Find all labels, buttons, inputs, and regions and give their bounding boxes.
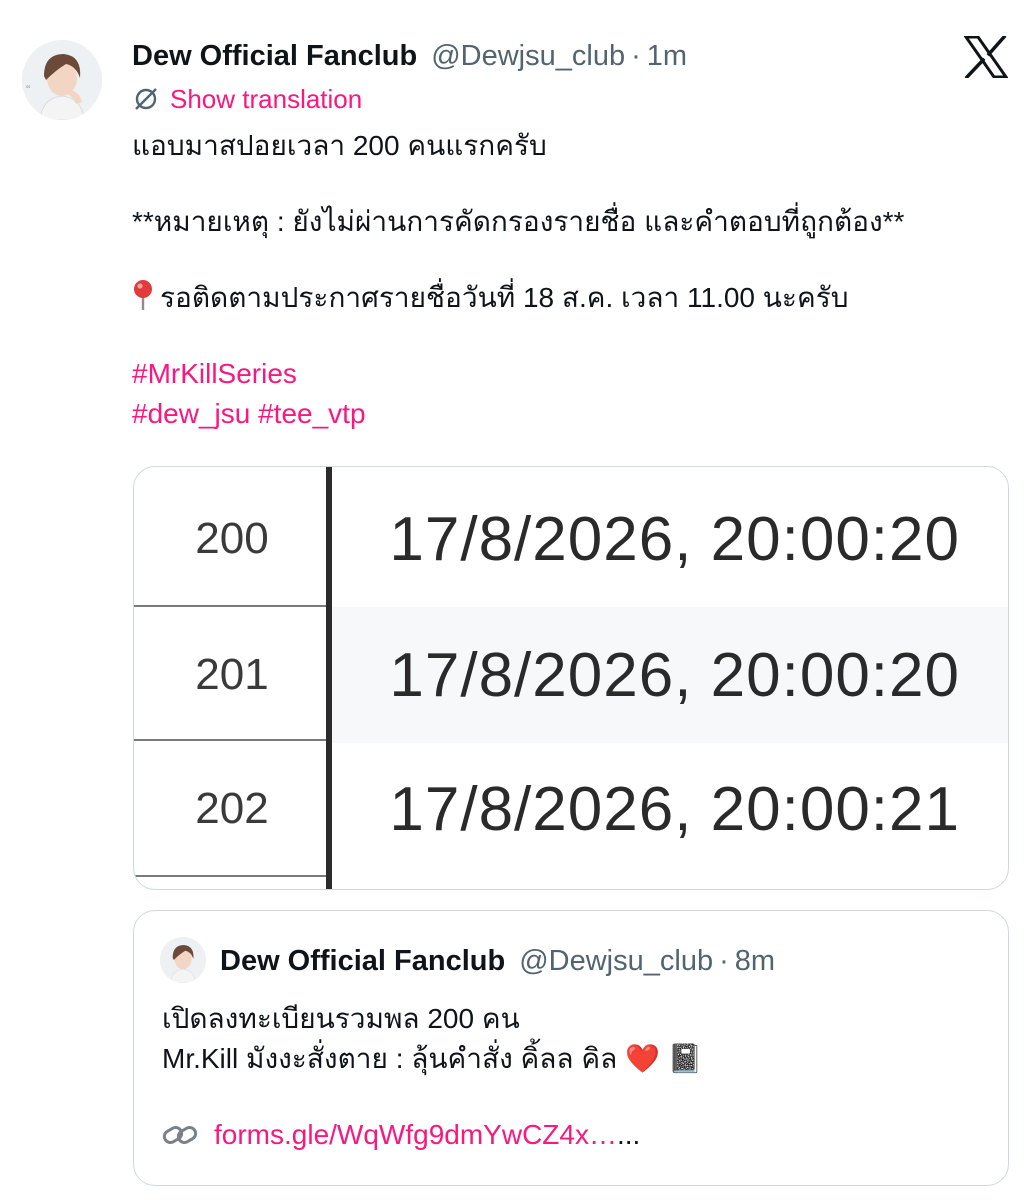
- sheet-row-timestamp: 17/8/2026, 20:00:20: [389, 640, 960, 710]
- quoted-author-avatar[interactable]: [160, 937, 206, 983]
- tweet-image[interactable]: 200 17/8/2026, 20:00:20 201 17/8/2026, 2…: [133, 466, 1009, 890]
- avatar-illustration: ss: [22, 40, 102, 120]
- separator-dot: ·: [631, 39, 641, 72]
- link-ellipsis: ...: [616, 1119, 641, 1150]
- hashtag-mrkillseries[interactable]: #MrKillSeries: [132, 358, 297, 389]
- sheet-row: 202 17/8/2026, 20:00:21: [134, 741, 1008, 877]
- quoted-author-name[interactable]: Dew Official Fanclub: [220, 945, 505, 978]
- link-icon: [162, 1126, 198, 1144]
- pushpin-icon: [134, 280, 152, 310]
- tweet-line-note: **หมายเหตุ : ยังไม่ผ่านการคัดกรองรายชื่อ…: [132, 206, 905, 237]
- svg-text:ss: ss: [26, 84, 30, 89]
- quoted-tweet[interactable]: Dew Official Fanclub @Dewjsu_club · 8m เ…: [133, 910, 1009, 1186]
- quoted-author-handle[interactable]: @Dewjsu_club: [519, 945, 713, 978]
- tweet-line-announcement: รอติดตามประกาศรายชื่อวันที่ 18 ส.ค. เวลา…: [132, 278, 1012, 318]
- sheet-row-index: 200: [195, 514, 269, 563]
- show-translation-label: Show translation: [170, 83, 363, 114]
- quoted-line-1: เปิดลงทะเบียนรวมพล 200 คน: [162, 1003, 520, 1034]
- hashtag-tee-vtp[interactable]: #tee_vtp: [258, 398, 365, 429]
- quoted-tweet-body: เปิดลงทะเบียนรวมพล 200 คน Mr.Kill มังงะส…: [162, 999, 703, 1155]
- quoted-link-line: forms.gle/WqWfg9dmYwCZ4x…...: [162, 1115, 703, 1155]
- sheet-divider: [134, 875, 330, 877]
- hashtag-dew-jsu[interactable]: #dew_jsu: [132, 398, 250, 429]
- announcement-text: รอติดตามประกาศรายชื่อวันที่ 18 ส.ค. เวลา…: [160, 282, 849, 313]
- author-name[interactable]: Dew Official Fanclub: [132, 40, 417, 73]
- author-handle[interactable]: @Dewjsu_club: [431, 40, 625, 73]
- tweet-timestamp[interactable]: 1m: [647, 40, 687, 73]
- sheet-row-index: 202: [195, 784, 269, 833]
- quoted-line-2: Mr.Kill มังงะสั่งตาย : ลุ้นคำสั่ง คิ้ลล …: [162, 1043, 703, 1074]
- tweet-body: แอบมาสปอยเวลา 200 คนแรกครับ **หมายเหตุ :…: [132, 126, 1012, 434]
- x-logo-icon[interactable]: [963, 34, 1009, 80]
- registration-form-link[interactable]: forms.gle/WqWfg9dmYwCZ4x…: [214, 1115, 617, 1155]
- sheet-row-index: 201: [134, 607, 330, 743]
- sheet-divider: [134, 739, 330, 741]
- author-avatar[interactable]: ss: [22, 40, 102, 120]
- sheet-row-timestamp: 17/8/2026, 20:00:20: [389, 504, 960, 574]
- translate-icon: [135, 88, 157, 110]
- avatar-illustration: [160, 937, 206, 983]
- tweet-line-1: แอบมาสปอยเวลา 200 คนแรกครับ: [132, 130, 547, 161]
- quoted-tweet-header: Dew Official Fanclub @Dewjsu_club · 8m: [220, 943, 775, 979]
- quoted-tweet-timestamp[interactable]: 8m: [735, 945, 775, 978]
- sheet-row: 200 17/8/2026, 20:00:20: [134, 471, 1008, 607]
- sheet-row: 201 17/8/2026, 20:00:20: [134, 607, 1008, 743]
- sheet-row-timestamp: 17/8/2026, 20:00:21: [389, 774, 960, 844]
- separator-dot: ·: [719, 944, 729, 977]
- sheet-column-border: [326, 467, 332, 889]
- show-translation-button[interactable]: Show translation: [132, 84, 362, 114]
- tweet-header: Dew Official Fanclub @Dewjsu_club · 1m: [132, 38, 687, 74]
- sheet-divider: [134, 605, 330, 607]
